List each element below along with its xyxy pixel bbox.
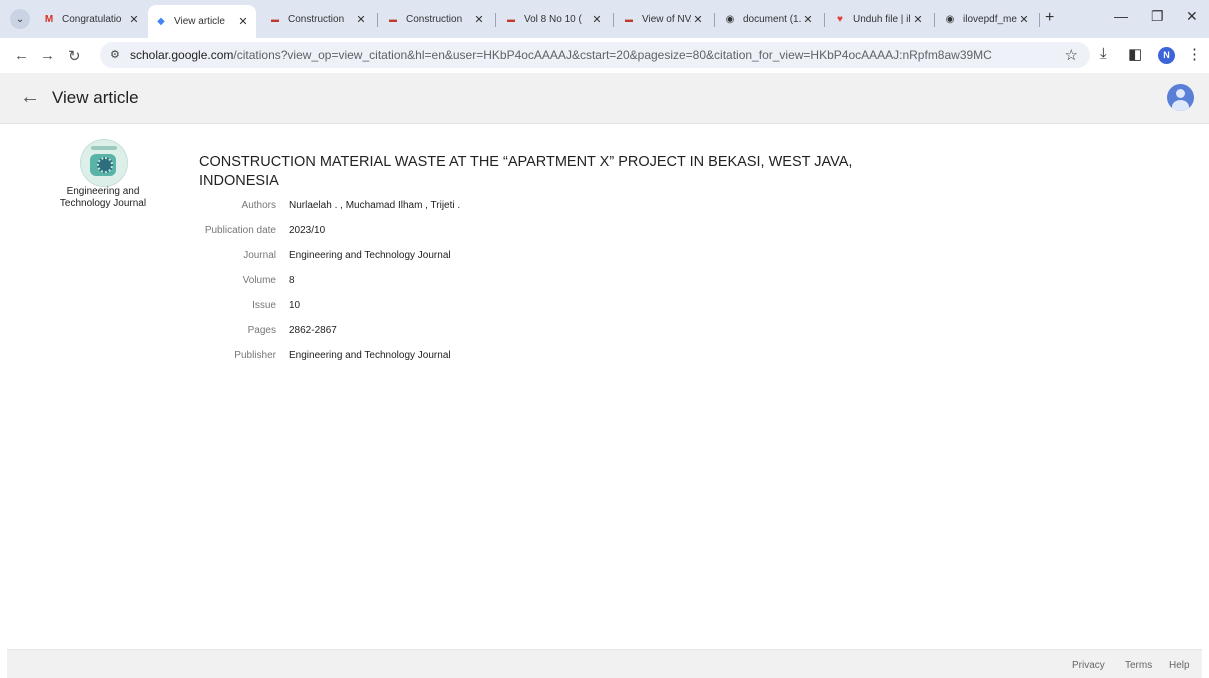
- back-icon[interactable]: ←: [14, 47, 29, 64]
- logo-top-band: [91, 146, 117, 150]
- tab-separator: [714, 13, 715, 27]
- article-title[interactable]: CONSTRUCTION MATERIAL WASTE AT THE “APAR…: [199, 153, 879, 191]
- new-tab-icon[interactable]: +: [1045, 9, 1054, 27]
- close-icon[interactable]: ✕: [801, 13, 815, 26]
- tab-separator: [824, 13, 825, 27]
- close-icon[interactable]: ✕: [691, 13, 705, 26]
- restore-icon[interactable]: ❐: [1151, 8, 1164, 25]
- journal-logo-icon: [80, 139, 128, 187]
- tab-title: Unduh file | il: [853, 14, 911, 25]
- tab-title: ilovepdf_mer: [963, 14, 1017, 25]
- close-icon[interactable]: ✕: [472, 13, 486, 26]
- field-value: 2023/10: [289, 225, 326, 236]
- field-label: Publisher: [234, 350, 276, 361]
- tab-separator: [1039, 13, 1040, 27]
- tab-title: View article: [174, 16, 225, 27]
- reload-icon[interactable]: ↻: [68, 47, 81, 65]
- url-path: /citations?view_op=view_citation&hl=en&u…: [233, 48, 992, 62]
- site-settings-icon[interactable]: ⚙: [110, 48, 120, 61]
- field-value: Engineering and Technology Journal: [289, 350, 451, 361]
- forward-icon[interactable]: →: [40, 47, 55, 64]
- tab-strip: ⌄ M Congratulatio ✕ ◆ View article ✕ ▬ C…: [0, 0, 1209, 38]
- menu-kebab-icon[interactable]: ⋮: [1187, 45, 1202, 63]
- close-icon[interactable]: ✕: [911, 13, 925, 26]
- tab-construction-2[interactable]: ▬ Construction ✕: [380, 5, 492, 34]
- profile-avatar[interactable]: N: [1158, 47, 1175, 64]
- side-panel-icon[interactable]: ◧: [1128, 45, 1142, 63]
- browser-toolbar: ← → ↻ ⚙ scholar.google.com/citations?vie…: [0, 38, 1209, 72]
- heart-icon: ♥: [837, 14, 843, 25]
- terms-link[interactable]: Terms: [1125, 660, 1152, 671]
- journal-icon: ▬: [625, 15, 633, 24]
- field-value: Engineering and Technology Journal: [289, 250, 451, 261]
- avatar-head: [1176, 89, 1185, 98]
- tab-title: Vol 8 No 10 (: [524, 14, 582, 25]
- field-label: Volume: [242, 275, 276, 286]
- tab-document[interactable]: ◉ document (1. ✕: [717, 5, 821, 34]
- address-bar[interactable]: ⚙ scholar.google.com/citations?view_op=v…: [100, 42, 1090, 68]
- journal-icon: ▬: [507, 15, 515, 24]
- tab-title: View of NVA: [642, 14, 691, 25]
- field-value: 10: [289, 300, 301, 311]
- journal-caption: Engineering and Technology Journal: [59, 186, 147, 209]
- field-label: Pages: [247, 325, 276, 336]
- bookmark-star-icon[interactable]: ☆: [1065, 46, 1078, 64]
- logo-gear: [97, 157, 113, 173]
- page-header: ← View article: [0, 73, 1209, 124]
- tab-search-icon[interactable]: ⌄: [10, 9, 30, 29]
- globe-icon: ◉: [725, 14, 735, 25]
- field-label: Authors: [241, 200, 276, 211]
- download-icon[interactable]: ⤓: [1100, 45, 1107, 62]
- close-icon[interactable]: ✕: [590, 13, 604, 26]
- privacy-link[interactable]: Privacy: [1072, 660, 1105, 671]
- field-label: Journal: [243, 250, 276, 261]
- tab-separator: [934, 13, 935, 27]
- window-close-icon[interactable]: ✕: [1186, 8, 1198, 25]
- field-label: Issue: [252, 300, 276, 311]
- back-arrow-icon[interactable]: ←: [20, 86, 40, 109]
- close-icon[interactable]: ✕: [354, 13, 368, 26]
- tab-title: Construction: [288, 14, 345, 25]
- url-host: scholar.google.com: [130, 48, 234, 62]
- tab-separator: [495, 13, 496, 27]
- tab-vol8[interactable]: ▬ Vol 8 No 10 ( ✕: [498, 5, 610, 34]
- field-value: 8: [289, 275, 295, 286]
- field-value: 2862-2867: [289, 325, 337, 336]
- tab-view-of-nva[interactable]: ▬ View of NVA ✕: [616, 5, 711, 34]
- journal-icon: ▬: [389, 15, 397, 24]
- tab-view-article[interactable]: ◆ View article ✕: [148, 5, 256, 38]
- journal-icon: ▬: [271, 15, 279, 24]
- field-label: Publication date: [204, 225, 276, 236]
- globe-icon: ◉: [945, 14, 955, 25]
- scholar-icon: ◆: [157, 16, 165, 27]
- page-title: View article: [52, 88, 139, 107]
- tab-title: Construction: [406, 14, 463, 25]
- tab-unduh-file[interactable]: ♥ Unduh file | il ✕: [827, 5, 931, 34]
- avatar-body: [1172, 100, 1189, 111]
- gmail-icon: M: [44, 14, 54, 25]
- tab-ilovepdf[interactable]: ◉ ilovepdf_mer ✕: [937, 5, 1037, 34]
- field-value: Nurlaelah . , Muchamad Ilham , Trijeti .: [289, 200, 461, 211]
- tab-construction-1[interactable]: ▬ Construction ✕: [262, 5, 374, 34]
- account-avatar[interactable]: [1167, 84, 1194, 111]
- tab-title: document (1.: [743, 14, 801, 25]
- minimize-icon[interactable]: —: [1114, 8, 1128, 24]
- url-text[interactable]: scholar.google.com/citations?view_op=vie…: [130, 48, 992, 62]
- close-icon[interactable]: ✕: [1017, 13, 1031, 26]
- tab-title: Congratulatio: [62, 14, 122, 25]
- tab-separator: [377, 13, 378, 27]
- help-link[interactable]: Help: [1169, 660, 1190, 671]
- page-footer: Privacy Terms Help: [7, 649, 1202, 678]
- close-icon[interactable]: ✕: [127, 13, 141, 26]
- tab-separator: [613, 13, 614, 27]
- close-icon[interactable]: ✕: [236, 15, 250, 28]
- tab-congratulations[interactable]: M Congratulatio ✕: [36, 5, 147, 34]
